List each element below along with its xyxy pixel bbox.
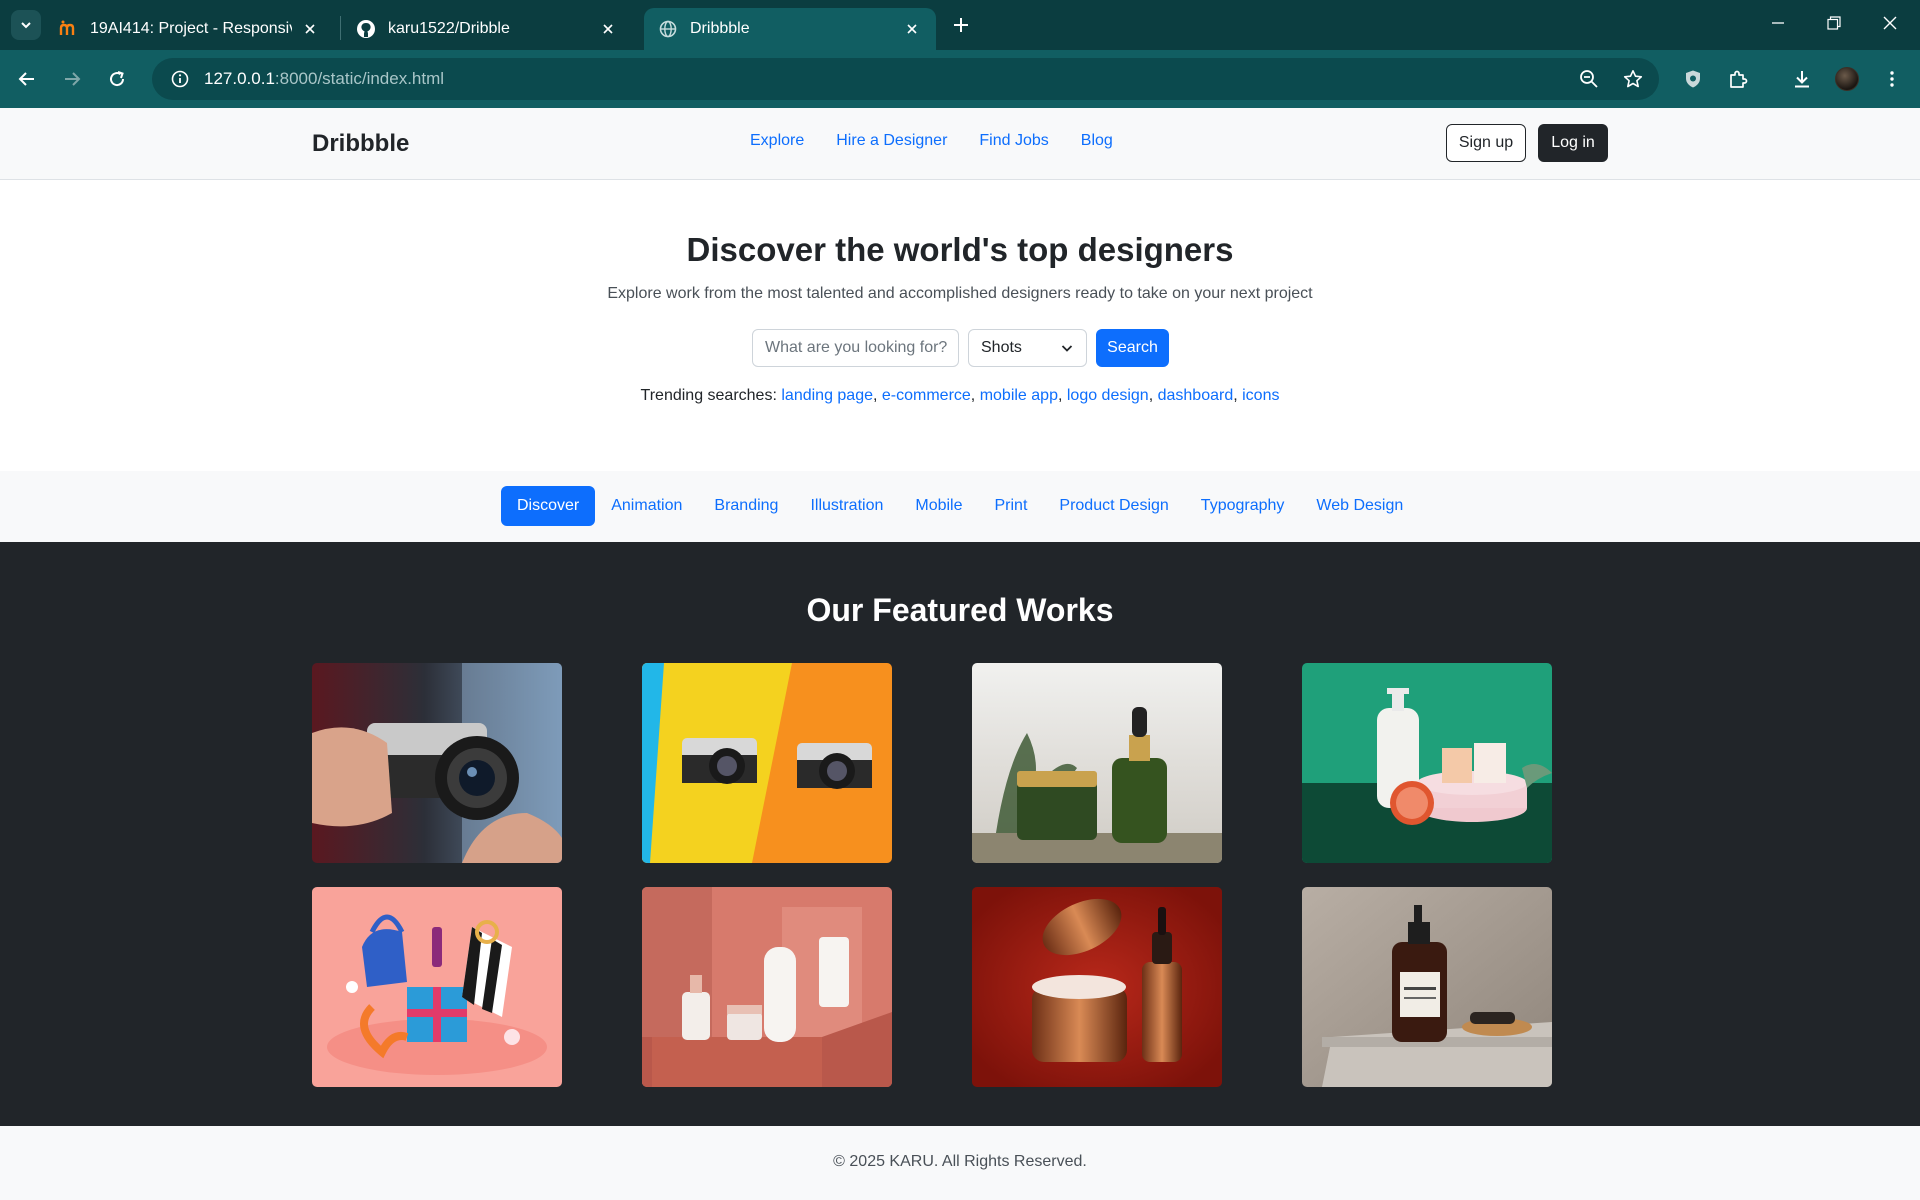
site-navbar: Dribbble Explore Hire a Designer Find Jo…: [0, 108, 1920, 180]
search-type-select[interactable]: Shots: [968, 329, 1087, 367]
bookmark-star-icon[interactable]: [1616, 58, 1650, 100]
zoom-icon[interactable]: [1572, 58, 1606, 100]
globe-icon: [658, 19, 678, 39]
category-bar: Discover Animation Branding Illustration…: [0, 471, 1920, 542]
tab-search-button[interactable]: [11, 10, 41, 40]
extensions-puzzle-icon[interactable]: [1721, 62, 1755, 96]
hero-title: Discover the world's top designers: [686, 231, 1234, 268]
arrow-left-icon: [18, 72, 34, 86]
browser-tab-github[interactable]: karu1522/Dribble: [342, 8, 632, 50]
trending-searches: Trending searches: landing page, e-comme…: [640, 387, 1280, 404]
browser-toolbar: 127.0.0.1:8000/static/index.html: [0, 50, 1920, 108]
minimize-icon: [1772, 22, 1784, 24]
trending-label: Trending searches:: [640, 387, 777, 404]
search-input[interactable]: What are you looking for?: [752, 329, 959, 367]
chevron-down-icon: [1061, 345, 1073, 352]
sign-up-button[interactable]: Sign up: [1446, 124, 1526, 162]
tab-title: karu1522/Dribble: [388, 20, 510, 37]
browser-menu-button[interactable]: [1875, 62, 1909, 96]
browser-tab-dribbble[interactable]: Dribbble: [644, 8, 936, 50]
featured-image-green-jars[interactable]: [972, 663, 1222, 863]
copyright-text: © 2025 KARU. All Rights Reserved.: [833, 1153, 1087, 1170]
more-vertical-icon: [1890, 71, 1894, 87]
browser-tabstrip: 19AI414: Project - Responsive W karu1522…: [0, 0, 1920, 50]
reload-button[interactable]: [100, 62, 134, 96]
download-icon[interactable]: [1785, 62, 1819, 96]
tab-discover[interactable]: Discover: [501, 486, 596, 526]
category-tabs: Discover Animation Branding Illustration…: [501, 486, 1419, 526]
avatar: [1835, 67, 1859, 91]
trending-link-logo-design[interactable]: logo design: [1067, 387, 1149, 404]
close-icon: [1883, 16, 1897, 30]
nav-link-hire-designer[interactable]: Hire a Designer: [836, 132, 947, 150]
tab-title: 19AI414: Project - Responsive W: [90, 20, 292, 37]
featured-image-lotion-grapefruit[interactable]: [1302, 663, 1552, 863]
address-bar[interactable]: 127.0.0.1:8000/static/index.html: [152, 58, 1659, 100]
tab-web-design[interactable]: Web Design: [1300, 486, 1419, 526]
restore-button[interactable]: [1806, 0, 1862, 46]
back-button[interactable]: [10, 62, 44, 96]
nav-link-blog[interactable]: Blog: [1081, 132, 1113, 150]
chevron-down-icon: [21, 22, 31, 29]
minimize-button[interactable]: [1750, 0, 1806, 46]
featured-image-camera-hands[interactable]: [312, 663, 562, 863]
moodle-icon: [58, 19, 78, 39]
featured-image-skincare-podium[interactable]: [642, 887, 892, 1087]
close-icon[interactable]: [598, 19, 618, 39]
search-form: What are you looking for? Shots Search: [752, 329, 1169, 367]
tab-title: Dribbble: [690, 20, 750, 37]
nav-links: Explore Hire a Designer Find Jobs Blog: [750, 132, 1145, 150]
trending-link-mobile-app[interactable]: mobile app: [980, 387, 1058, 404]
featured-works-section: Our Featured Works: [0, 542, 1920, 1126]
profile-avatar[interactable]: [1830, 62, 1864, 96]
tab-illustration[interactable]: Illustration: [794, 486, 899, 526]
new-tab-button[interactable]: [946, 10, 976, 40]
close-icon[interactable]: [300, 19, 320, 39]
tab-print[interactable]: Print: [979, 486, 1044, 526]
featured-image-copper-cream[interactable]: [972, 887, 1222, 1087]
trending-link-e-commerce[interactable]: e-commerce: [882, 387, 971, 404]
tab-animation[interactable]: Animation: [595, 486, 698, 526]
url-text: 127.0.0.1:8000/static/index.html: [204, 69, 444, 89]
trending-link-icons[interactable]: icons: [1242, 387, 1279, 404]
featured-image-gifts-pink[interactable]: [312, 887, 562, 1087]
nav-link-find-jobs[interactable]: Find Jobs: [979, 132, 1048, 150]
tab-typography[interactable]: Typography: [1185, 486, 1301, 526]
plus-icon: [954, 18, 968, 32]
tab-product-design[interactable]: Product Design: [1043, 486, 1184, 526]
featured-title: Our Featured Works: [806, 592, 1114, 628]
featured-image-shampoo-brush[interactable]: [1302, 887, 1552, 1087]
tab-mobile[interactable]: Mobile: [899, 486, 978, 526]
site-info-icon[interactable]: [160, 58, 200, 100]
tab-branding[interactable]: Branding: [698, 486, 794, 526]
log-in-button[interactable]: Log in: [1538, 124, 1608, 162]
search-button[interactable]: Search: [1096, 329, 1169, 367]
featured-image-vintage-cameras[interactable]: [642, 663, 892, 863]
site-footer: © 2025 KARU. All Rights Reserved.: [0, 1126, 1920, 1200]
web-page: Dribbble Explore Hire a Designer Find Jo…: [0, 108, 1920, 1200]
site-brand[interactable]: Dribbble: [312, 130, 409, 158]
close-window-button[interactable]: [1862, 0, 1918, 46]
forward-button[interactable]: [55, 62, 89, 96]
tab-separator: [340, 16, 341, 40]
browser-tab-moodle[interactable]: 19AI414: Project - Responsive W: [44, 8, 334, 50]
close-icon[interactable]: [902, 19, 922, 39]
nav-link-explore[interactable]: Explore: [750, 132, 804, 150]
trending-link-dashboard[interactable]: dashboard: [1158, 387, 1234, 404]
shield-extension-icon[interactable]: [1676, 62, 1710, 96]
restore-icon: [1827, 16, 1841, 30]
arrow-right-icon: [65, 72, 81, 86]
hero-section: Discover the world's top designers Explo…: [0, 181, 1920, 471]
github-icon: [356, 19, 376, 39]
reload-icon: [110, 71, 125, 87]
hero-subtitle: Explore work from the most talented and …: [607, 285, 1313, 302]
url-path: :8000/static/index.html: [274, 69, 445, 88]
url-host: 127.0.0.1: [204, 69, 275, 88]
trending-link-landing-page[interactable]: landing page: [781, 387, 873, 404]
select-value: Shots: [981, 339, 1022, 356]
